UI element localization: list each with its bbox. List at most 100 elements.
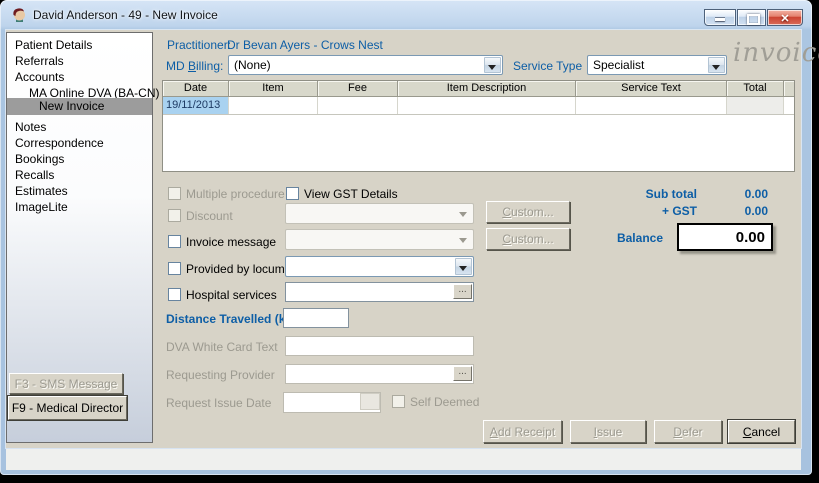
multiple-procedure-label: Multiple procedure [186, 187, 285, 201]
column-header-fee: Fee [318, 81, 398, 97]
window-title: David Anderson - 49 - New Invoice [33, 8, 218, 22]
discount-checkbox [168, 209, 181, 222]
invoice-message-select [285, 229, 474, 250]
discount-select [285, 203, 474, 224]
minimize-icon [715, 18, 725, 21]
md-billing-select[interactable]: (None) [228, 55, 503, 75]
sidebar-item-bookings[interactable]: Bookings [7, 151, 152, 167]
column-header-filler [784, 81, 794, 97]
practitioner-value: Dr Bevan Ayers - Crows Nest [227, 38, 383, 52]
multiple-procedure-checkbox [168, 187, 181, 200]
view-gst-details-label: View GST Details [304, 187, 398, 201]
gst-label: + GST [661, 204, 697, 218]
request-issue-date-dropdown-button [360, 393, 380, 410]
close-icon: ✕ [780, 13, 790, 25]
invoice-message-label: Invoice message [186, 235, 277, 249]
invoice-watermark: invoice [733, 38, 819, 68]
column-header-date: Date [163, 81, 229, 97]
balance-label: Balance [616, 231, 663, 245]
minimize-button[interactable] [704, 9, 736, 26]
chevron-down-icon [459, 266, 467, 271]
sub-total-value: 0.00 [744, 187, 768, 201]
table-row: 19/11/2013 [163, 97, 794, 115]
distance-travelled-label: Distance Travelled (km) [166, 312, 301, 326]
hospital-services-label: Hospital services [186, 288, 277, 302]
invoice-items-grid: Date Item Fee Item Description Service T… [162, 80, 795, 172]
f9-medical-director-button[interactable]: F9 - Medical Director [8, 396, 127, 420]
column-header-service-text: Service Text [576, 81, 727, 97]
defer-button: Defer [654, 420, 722, 443]
discount-label: Discount [186, 209, 233, 223]
invoice-message-checkbox[interactable] [168, 235, 181, 248]
service-type-dropdown-button[interactable] [708, 57, 725, 73]
sidebar-item-notes[interactable]: Notes [7, 119, 152, 135]
request-issue-date-field [283, 392, 381, 413]
self-deemed-checkbox [392, 395, 405, 408]
sidebar-item-recalls[interactable]: Recalls [7, 167, 152, 183]
close-button[interactable]: ✕ [767, 9, 803, 26]
maximize-icon [747, 14, 760, 25]
add-receipt-button: Add Receipt [483, 420, 562, 443]
practitioner-label: Practitioner: [167, 38, 232, 52]
title-bar: David Anderson - 49 - New Invoice ✕ [0, 0, 812, 30]
sidebar-item-patient-details[interactable]: Patient Details [7, 37, 152, 53]
column-header-total: Total [727, 81, 784, 97]
sidebar: Patient Details Referrals Accounts MA On… [6, 32, 159, 443]
requesting-provider-field: ... [285, 364, 474, 384]
self-deemed-label: Self Deemed [410, 395, 480, 409]
md-billing-value: (None) [234, 58, 271, 72]
requesting-provider-input [285, 364, 474, 384]
md-billing-label: MD Billing: [166, 59, 224, 73]
patient-icon [13, 8, 25, 22]
hospital-services-field: ... [285, 282, 474, 302]
sidebar-item-estimates[interactable]: Estimates [7, 183, 152, 199]
cell-description[interactable] [398, 97, 576, 114]
view-gst-details-checkbox[interactable] [286, 187, 299, 200]
column-header-item: Item [229, 81, 318, 97]
sidebar-item-referrals[interactable]: Referrals [7, 53, 152, 69]
hospital-services-browse-button[interactable]: ... [453, 284, 472, 299]
service-type-select[interactable]: Specialist [587, 55, 727, 75]
hospital-services-checkbox[interactable] [168, 288, 181, 301]
sub-total-label: Sub total [645, 187, 697, 201]
provided-by-locum-checkbox[interactable] [168, 262, 181, 275]
provided-by-locum-label: Provided by locum [186, 262, 285, 276]
sidebar-item-imagelite[interactable]: ImageLite [7, 199, 152, 215]
cell-service-text[interactable] [576, 97, 727, 114]
balance-value: 0.00 [677, 223, 773, 251]
service-type-value: Specialist [593, 58, 645, 72]
cell-fee[interactable] [318, 97, 398, 114]
footer-strip [6, 449, 801, 470]
requesting-provider-label: Requesting Provider [166, 368, 275, 382]
cell-date[interactable]: 19/11/2013 [163, 97, 229, 114]
dva-white-card-label: DVA White Card Text [166, 340, 278, 354]
grid-header-row: Date Item Fee Item Description Service T… [163, 81, 794, 97]
f3-sms-message-button: F3 - SMS Message [9, 373, 123, 394]
maximize-button[interactable] [737, 9, 766, 26]
discount-custom-button: Custom... [486, 201, 570, 223]
chevron-down-icon [459, 238, 467, 243]
request-issue-date-label: Request Issue Date [166, 396, 272, 410]
column-header-description: Item Description [398, 81, 576, 97]
chevron-down-icon [488, 65, 496, 70]
locum-dropdown-button[interactable] [455, 258, 472, 275]
invoice-message-custom-button: Custom... [486, 228, 570, 250]
service-type-label: Service Type [513, 59, 583, 73]
distance-travelled-input[interactable] [283, 308, 349, 328]
issue-button: Issue [570, 420, 646, 443]
hospital-services-input[interactable] [285, 282, 474, 302]
sidebar-item-correspondence[interactable]: Correspondence [7, 135, 152, 151]
provided-by-locum-select[interactable] [285, 256, 474, 277]
chevron-down-icon [712, 65, 720, 70]
md-billing-dropdown-button[interactable] [484, 57, 501, 73]
cell-filler [784, 97, 794, 114]
cell-total[interactable] [727, 97, 784, 114]
cell-item[interactable] [229, 97, 318, 114]
sidebar-item-accounts[interactable]: Accounts [7, 69, 152, 85]
dva-white-card-input [285, 336, 474, 356]
requesting-provider-browse-button[interactable]: ... [453, 366, 472, 381]
app-window: David Anderson - 49 - New Invoice ✕ Pati… [0, 0, 819, 475]
cancel-button[interactable]: Cancel [728, 420, 795, 443]
sidebar-item-new-invoice[interactable]: New Invoice [7, 98, 152, 115]
chevron-down-icon [459, 212, 467, 217]
